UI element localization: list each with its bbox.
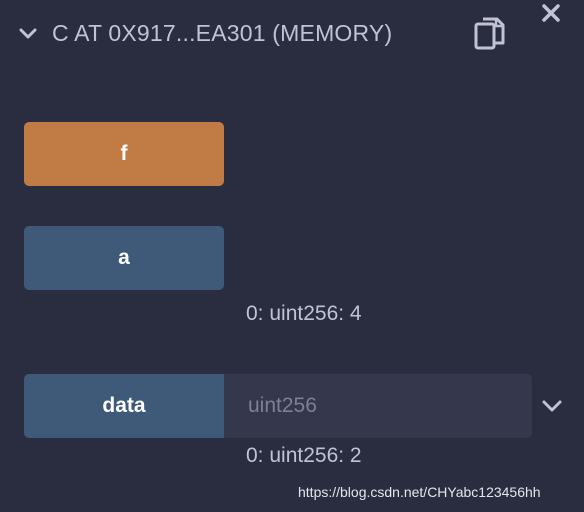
close-icon[interactable]	[540, 2, 562, 24]
function-button-data[interactable]: data	[24, 374, 224, 438]
function-button-f[interactable]: f	[24, 122, 224, 186]
function-result-data: 0: uint256: 2	[246, 444, 362, 467]
watermark: https://blog.csdn.net/CHYabc123456hh	[298, 484, 541, 500]
deployed-contract-panel: C AT 0X917...EA301 (MEMORY) f a 0: uint2…	[0, 0, 584, 512]
function-button-label: a	[118, 246, 130, 269]
function-button-a[interactable]: a	[24, 226, 224, 290]
chevron-down-icon[interactable]	[540, 396, 564, 416]
function-result-a: 0: uint256: 4	[246, 302, 362, 325]
function-button-label: data	[102, 394, 146, 417]
contract-title[interactable]: C AT 0X917...EA301 (MEMORY)	[52, 20, 392, 47]
contract-header: C AT 0X917...EA301 (MEMORY)	[0, 0, 584, 70]
chevron-down-icon[interactable]	[18, 24, 38, 44]
copy-icon[interactable]	[474, 16, 506, 52]
data-param-input[interactable]	[224, 374, 532, 438]
function-button-label: f	[120, 142, 128, 165]
